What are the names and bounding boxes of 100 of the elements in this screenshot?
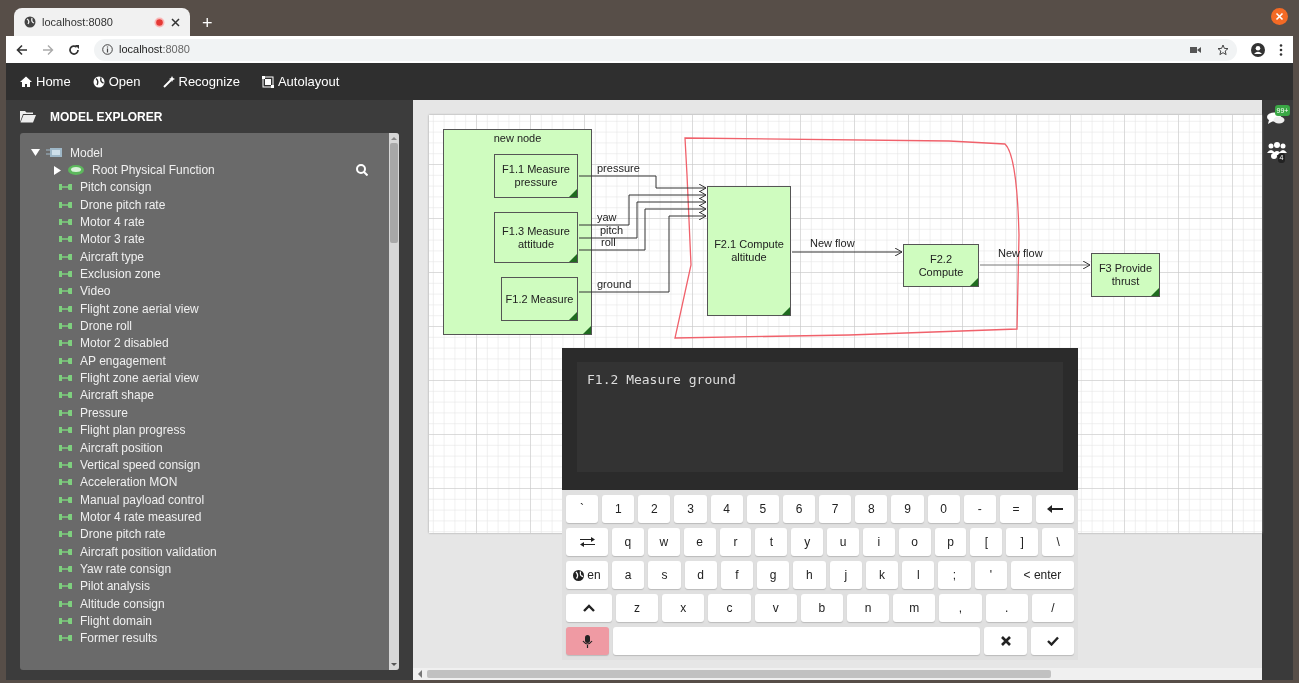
keyboard-key[interactable]: u	[827, 528, 859, 556]
keyboard-key[interactable]: 5	[746, 495, 779, 523]
tree-item[interactable]: AP engagement	[80, 351, 166, 370]
tree-item[interactable]: Flight plan progress	[80, 421, 186, 440]
function-node[interactable]: F1.1 Measure pressure	[494, 154, 578, 198]
keyboard-key[interactable]: t	[755, 528, 788, 556]
tree-item[interactable]: Aircraft position	[80, 438, 163, 457]
address-bar[interactable]: localhost:8080	[94, 38, 1237, 61]
keyboard-key[interactable]: [	[970, 528, 1003, 556]
tree-item[interactable]: Pressure	[80, 403, 129, 422]
keyboard-key[interactable]: b	[800, 594, 843, 622]
tree-item[interactable]: Former results	[80, 629, 158, 648]
tree-item[interactable]: Motor 4 rate measured	[80, 507, 202, 526]
keyboard-key[interactable]: 0	[927, 495, 960, 523]
menu-icon[interactable]	[1279, 43, 1283, 56]
tree-item[interactable]: Aircraft position validation	[80, 542, 217, 561]
tree-item[interactable]: Acceleration MON	[80, 473, 178, 492]
keyboard-key[interactable]: -	[963, 495, 996, 523]
keyboard-key[interactable]: x	[662, 594, 705, 622]
scroll-left-icon[interactable]	[417, 670, 423, 678]
new-tab-button[interactable]: +	[202, 14, 213, 32]
tree-item[interactable]: Yaw rate consign	[80, 559, 172, 578]
tree-item[interactable]: Aircraft type	[80, 247, 145, 266]
keyboard-key[interactable]: 7	[819, 495, 852, 523]
tree-item[interactable]: Vertical speed consign	[80, 455, 201, 474]
scrollbar-thumb[interactable]	[390, 143, 398, 243]
keyboard-key[interactable]: 6	[782, 495, 816, 523]
keyboard-key[interactable]: \	[1042, 528, 1074, 556]
keyboard-key[interactable]: `	[566, 495, 599, 523]
keyboard-key[interactable]: 8	[855, 495, 888, 523]
text-input-field[interactable]: F1.2 Measure ground	[577, 362, 1063, 472]
browser-tab[interactable]: localhost:8080	[14, 8, 190, 36]
keyboard-key[interactable]: ;	[938, 561, 971, 589]
expand-arrow-icon[interactable]	[53, 165, 62, 175]
tree-item[interactable]: Flight zone aerial view	[80, 369, 199, 388]
keyboard-key[interactable]	[984, 627, 1027, 655]
keyboard-key[interactable]: .	[985, 594, 1028, 622]
tree-item[interactable]: Drone pitch rate	[80, 195, 166, 214]
keyboard-key[interactable]: 1	[602, 495, 635, 523]
reload-icon[interactable]	[68, 43, 80, 56]
tree-item[interactable]: Manual payload control	[80, 490, 205, 509]
keyboard-key[interactable]	[566, 594, 612, 622]
toolbar-button[interactable]: Home	[20, 71, 71, 92]
search-icon[interactable]	[356, 164, 368, 176]
keyboard-key[interactable]: z	[616, 594, 659, 622]
keyboard-key[interactable]: < enter	[1010, 561, 1074, 589]
keyboard-key[interactable]: q	[612, 528, 644, 556]
keyboard-key[interactable]: 9	[891, 495, 924, 523]
people-icon[interactable]	[1266, 142, 1287, 160]
tree-item[interactable]: Motor 3 rate	[80, 230, 145, 249]
tree-item[interactable]: Flight domain	[80, 611, 153, 630]
tree-item[interactable]: Video	[80, 282, 111, 301]
keyboard-key[interactable]: a	[612, 561, 645, 589]
keyboard-key[interactable]: s	[648, 561, 681, 589]
tree-item[interactable]: Pilot analysis	[80, 577, 151, 596]
keyboard-key[interactable]: f	[720, 561, 754, 589]
tree-item[interactable]: Drone roll	[80, 317, 133, 336]
keyboard-key[interactable]: g	[757, 561, 790, 589]
tree-item[interactable]: Motor 2 disabled	[80, 334, 169, 353]
keyboard-key[interactable]: y	[791, 528, 824, 556]
keyboard-key[interactable]: '	[974, 561, 1007, 589]
keyboard-key[interactable]: i	[862, 528, 895, 556]
tree-item[interactable]: Altitude consign	[80, 594, 165, 613]
function-node[interactable]: F2.2 Compute	[903, 244, 979, 287]
tree-item[interactable]: Drone pitch rate	[80, 525, 166, 544]
keyboard-key[interactable]: j	[829, 561, 862, 589]
keyboard-key[interactable]	[566, 528, 608, 556]
keyboard-key[interactable]: v	[754, 594, 797, 622]
camera-icon[interactable]	[1190, 45, 1201, 54]
keyboard-key[interactable]: w	[647, 528, 680, 556]
function-node[interactable]: F3 Provide thrust	[1091, 253, 1160, 297]
toolbar-button[interactable]: Recognize	[162, 71, 240, 92]
keyboard-key[interactable]: e	[683, 528, 716, 556]
keyboard-key[interactable]: m	[893, 594, 936, 622]
keyboard-key[interactable]: /	[1031, 594, 1075, 622]
keyboard-key[interactable]	[1036, 495, 1075, 523]
toolbar-button[interactable]: Autolayout	[261, 71, 340, 92]
keyboard-key[interactable]: 2	[638, 495, 671, 523]
scrollbar[interactable]	[389, 133, 399, 670]
keyboard-key[interactable]	[566, 627, 609, 655]
tree-item[interactable]: Exclusion zone	[80, 265, 161, 284]
keyboard-key[interactable]: o	[898, 528, 931, 556]
close-icon[interactable]	[1271, 8, 1288, 25]
tree-item[interactable]: Aircraft shape	[80, 386, 155, 405]
keyboard-key[interactable]	[1031, 627, 1074, 655]
horizontal-scrollbar[interactable]	[413, 668, 1262, 680]
account-icon[interactable]	[1251, 42, 1265, 57]
function-node[interactable]: F2.1 Compute altitude	[707, 186, 791, 316]
keyboard-key[interactable]: r	[719, 528, 752, 556]
keyboard-key[interactable]: l	[902, 561, 935, 589]
keyboard-key[interactable]: ,	[939, 594, 982, 622]
collapse-arrow-icon[interactable]	[31, 148, 40, 158]
scrollbar-thumb[interactable]	[427, 670, 1051, 678]
tree-item[interactable]: Pitch consign	[80, 178, 152, 197]
close-icon[interactable]	[171, 17, 180, 27]
keyboard-key[interactable]: h	[793, 561, 826, 589]
tree-item[interactable]: Flight zone aerial view	[80, 299, 199, 318]
tree-item[interactable]: Root Physical Function	[92, 161, 215, 179]
keyboard-key[interactable]: p	[934, 528, 967, 556]
star-icon[interactable]	[1217, 43, 1229, 56]
